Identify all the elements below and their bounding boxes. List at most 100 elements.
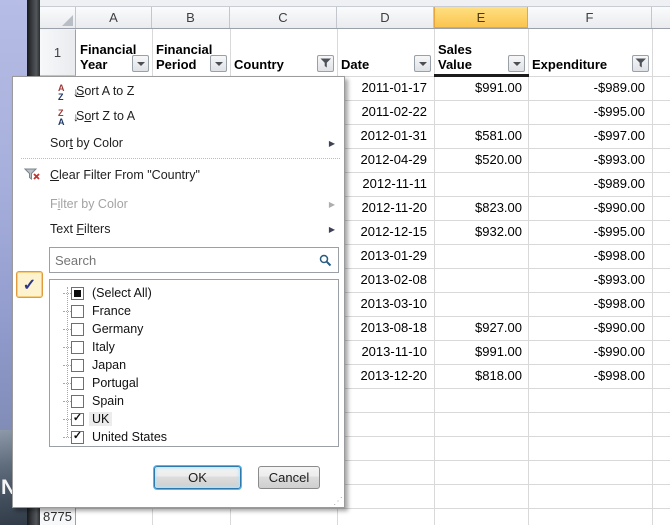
header-cell-expenditure[interactable]: Expenditure <box>528 30 652 76</box>
menu-item-sort-z-to-a[interactable]: Z A ↓ Sort Z to A <box>14 104 343 128</box>
cell-sales[interactable] <box>434 244 528 268</box>
cell-expenditure[interactable]: -$993.00 <box>528 268 652 292</box>
cell-date[interactable]: 2013-11-10 <box>337 340 434 364</box>
cell-date[interactable]: 2012-12-15 <box>337 220 434 244</box>
cell-expenditure[interactable]: -$993.00 <box>528 148 652 172</box>
header-cell-financial-period[interactable]: Financial Period <box>152 30 230 76</box>
cell-date[interactable]: 2013-02-08 <box>337 268 434 292</box>
clear-filter-icon <box>19 165 45 185</box>
cell-expenditure[interactable]: -$997.00 <box>528 124 652 148</box>
cell-sales[interactable] <box>434 100 528 124</box>
column-header-f[interactable]: F <box>528 7 652 28</box>
cell-date[interactable]: 2013-01-29 <box>337 244 434 268</box>
cell-sales[interactable]: $818.00 <box>434 364 528 388</box>
cell-sales[interactable]: $520.00 <box>434 148 528 172</box>
uk-checkbox-checked[interactable]: ✓ <box>71 413 84 426</box>
sort-za-icon: Z A ↓ <box>55 108 81 128</box>
germany-checkbox-unchecked[interactable] <box>71 323 84 336</box>
list-item-uk[interactable]: ✓ UK <box>54 410 336 428</box>
cell-sales[interactable] <box>434 292 528 316</box>
list-item-united-states[interactable]: ✓ United States <box>54 428 336 446</box>
list-item-italy[interactable]: Italy <box>54 338 336 356</box>
cell-date[interactable]: 2012-04-29 <box>337 148 434 172</box>
cell-sales[interactable]: $927.00 <box>434 316 528 340</box>
cell-sales[interactable]: $991.00 <box>434 76 528 100</box>
header-label: Financial Period <box>156 42 214 72</box>
cell-expenditure[interactable]: -$990.00 <box>528 316 652 340</box>
search-magnifier-button[interactable] <box>312 254 338 267</box>
cell-expenditure[interactable]: -$990.00 <box>528 340 652 364</box>
ok-button[interactable]: OK <box>154 466 241 489</box>
header-cell-country[interactable]: Country <box>230 30 337 76</box>
cell-date[interactable]: 2013-12-20 <box>337 364 434 388</box>
menu-item-label: Filter by Color <box>50 197 128 211</box>
row-header-1[interactable]: 1 <box>40 30 76 76</box>
column-header-e-selected[interactable]: E <box>434 7 528 28</box>
financial-year-filter-dropdown-button[interactable] <box>132 55 149 72</box>
menu-item-sort-by-color[interactable]: Sort by Color ▶ <box>14 131 343 155</box>
menu-resize-grip[interactable]: ⋰ <box>333 497 343 507</box>
menu-item-sort-a-to-z[interactable]: A Z ↓ Sort A to Z <box>14 79 343 103</box>
italy-checkbox-unchecked[interactable] <box>71 341 84 354</box>
column-header-a[interactable]: A <box>76 7 152 28</box>
column-header-g-sliver[interactable] <box>652 7 670 28</box>
menu-item-filter-by-color[interactable]: Filter by Color ▶ <box>14 192 343 216</box>
select-all-corner[interactable] <box>40 7 76 28</box>
cell-expenditure[interactable]: -$995.00 <box>528 100 652 124</box>
cell-sales[interactable]: $932.00 <box>434 220 528 244</box>
cell-expenditure[interactable]: -$998.00 <box>528 244 652 268</box>
cell-sales[interactable]: $823.00 <box>434 196 528 220</box>
cell-date[interactable]: 2011-02-22 <box>337 100 434 124</box>
column-header-b[interactable]: B <box>152 7 230 28</box>
cell-date[interactable]: 2013-03-10 <box>337 292 434 316</box>
header-cell-sales-value[interactable]: Sales Value <box>434 30 528 76</box>
cell-expenditure[interactable]: -$995.00 <box>528 220 652 244</box>
header-cell-financial-year[interactable]: Financial Year <box>76 30 152 76</box>
cancel-button[interactable]: Cancel <box>258 466 320 489</box>
menu-item-label: Text Filters <box>50 222 110 236</box>
cell-date[interactable]: 2012-01-31 <box>337 124 434 148</box>
select-all-checkbox-indeterminate[interactable] <box>71 287 84 300</box>
row-header-8775[interactable]: 8775 <box>40 508 76 525</box>
list-item-japan[interactable]: Japan <box>54 356 336 374</box>
cell-sales[interactable] <box>434 172 528 196</box>
menu-item-text-filters[interactable]: Text Filters ▶ <box>14 217 343 241</box>
spain-checkbox-unchecked[interactable] <box>71 395 84 408</box>
column-header-c[interactable]: C <box>230 7 337 28</box>
list-item-portugal[interactable]: Portugal <box>54 374 336 392</box>
japan-checkbox-unchecked[interactable] <box>71 359 84 372</box>
portugal-checkbox-unchecked[interactable] <box>71 377 84 390</box>
country-filter-funnel-button[interactable] <box>317 55 334 72</box>
confirm-check-button[interactable]: ✓ <box>16 271 43 298</box>
cell-expenditure[interactable]: -$998.00 <box>528 364 652 388</box>
cell-expenditure[interactable]: -$989.00 <box>528 172 652 196</box>
menu-item-clear-filter[interactable]: Clear Filter From "Country" <box>14 163 343 187</box>
cell-expenditure[interactable]: -$998.00 <box>528 292 652 316</box>
cell-date[interactable]: 2011-01-17 <box>337 76 434 100</box>
search-input[interactable] <box>50 253 312 268</box>
financial-period-filter-dropdown-button[interactable] <box>210 55 227 72</box>
cell-date[interactable]: 2012-11-20 <box>337 196 434 220</box>
submenu-arrow-icon: ▶ <box>329 200 335 209</box>
cell-sales[interactable]: $581.00 <box>434 124 528 148</box>
filter-search-box <box>49 247 339 273</box>
cell-date[interactable]: 2012-11-11 <box>337 172 434 196</box>
list-item-germany[interactable]: Germany <box>54 320 336 338</box>
expenditure-filter-funnel-button[interactable] <box>632 55 649 72</box>
sales-value-filter-dropdown-button[interactable] <box>508 55 525 72</box>
date-filter-dropdown-button[interactable] <box>414 55 431 72</box>
dropdown-arrow-icon <box>513 62 521 70</box>
list-item-select-all[interactable]: (Select All) <box>54 284 336 302</box>
list-item-spain[interactable]: Spain <box>54 392 336 410</box>
united-states-checkbox-checked[interactable]: ✓ <box>71 431 84 444</box>
france-checkbox-unchecked[interactable] <box>71 305 84 318</box>
cell-date[interactable]: 2013-08-18 <box>337 316 434 340</box>
header-label: Sales Value <box>438 42 486 72</box>
list-item-france[interactable]: France <box>54 302 336 320</box>
cell-sales[interactable]: $991.00 <box>434 340 528 364</box>
cell-sales[interactable] <box>434 268 528 292</box>
header-cell-date[interactable]: Date <box>337 30 434 76</box>
column-header-d[interactable]: D <box>337 7 434 28</box>
cell-expenditure[interactable]: -$990.00 <box>528 196 652 220</box>
cell-expenditure[interactable]: -$989.00 <box>528 76 652 100</box>
